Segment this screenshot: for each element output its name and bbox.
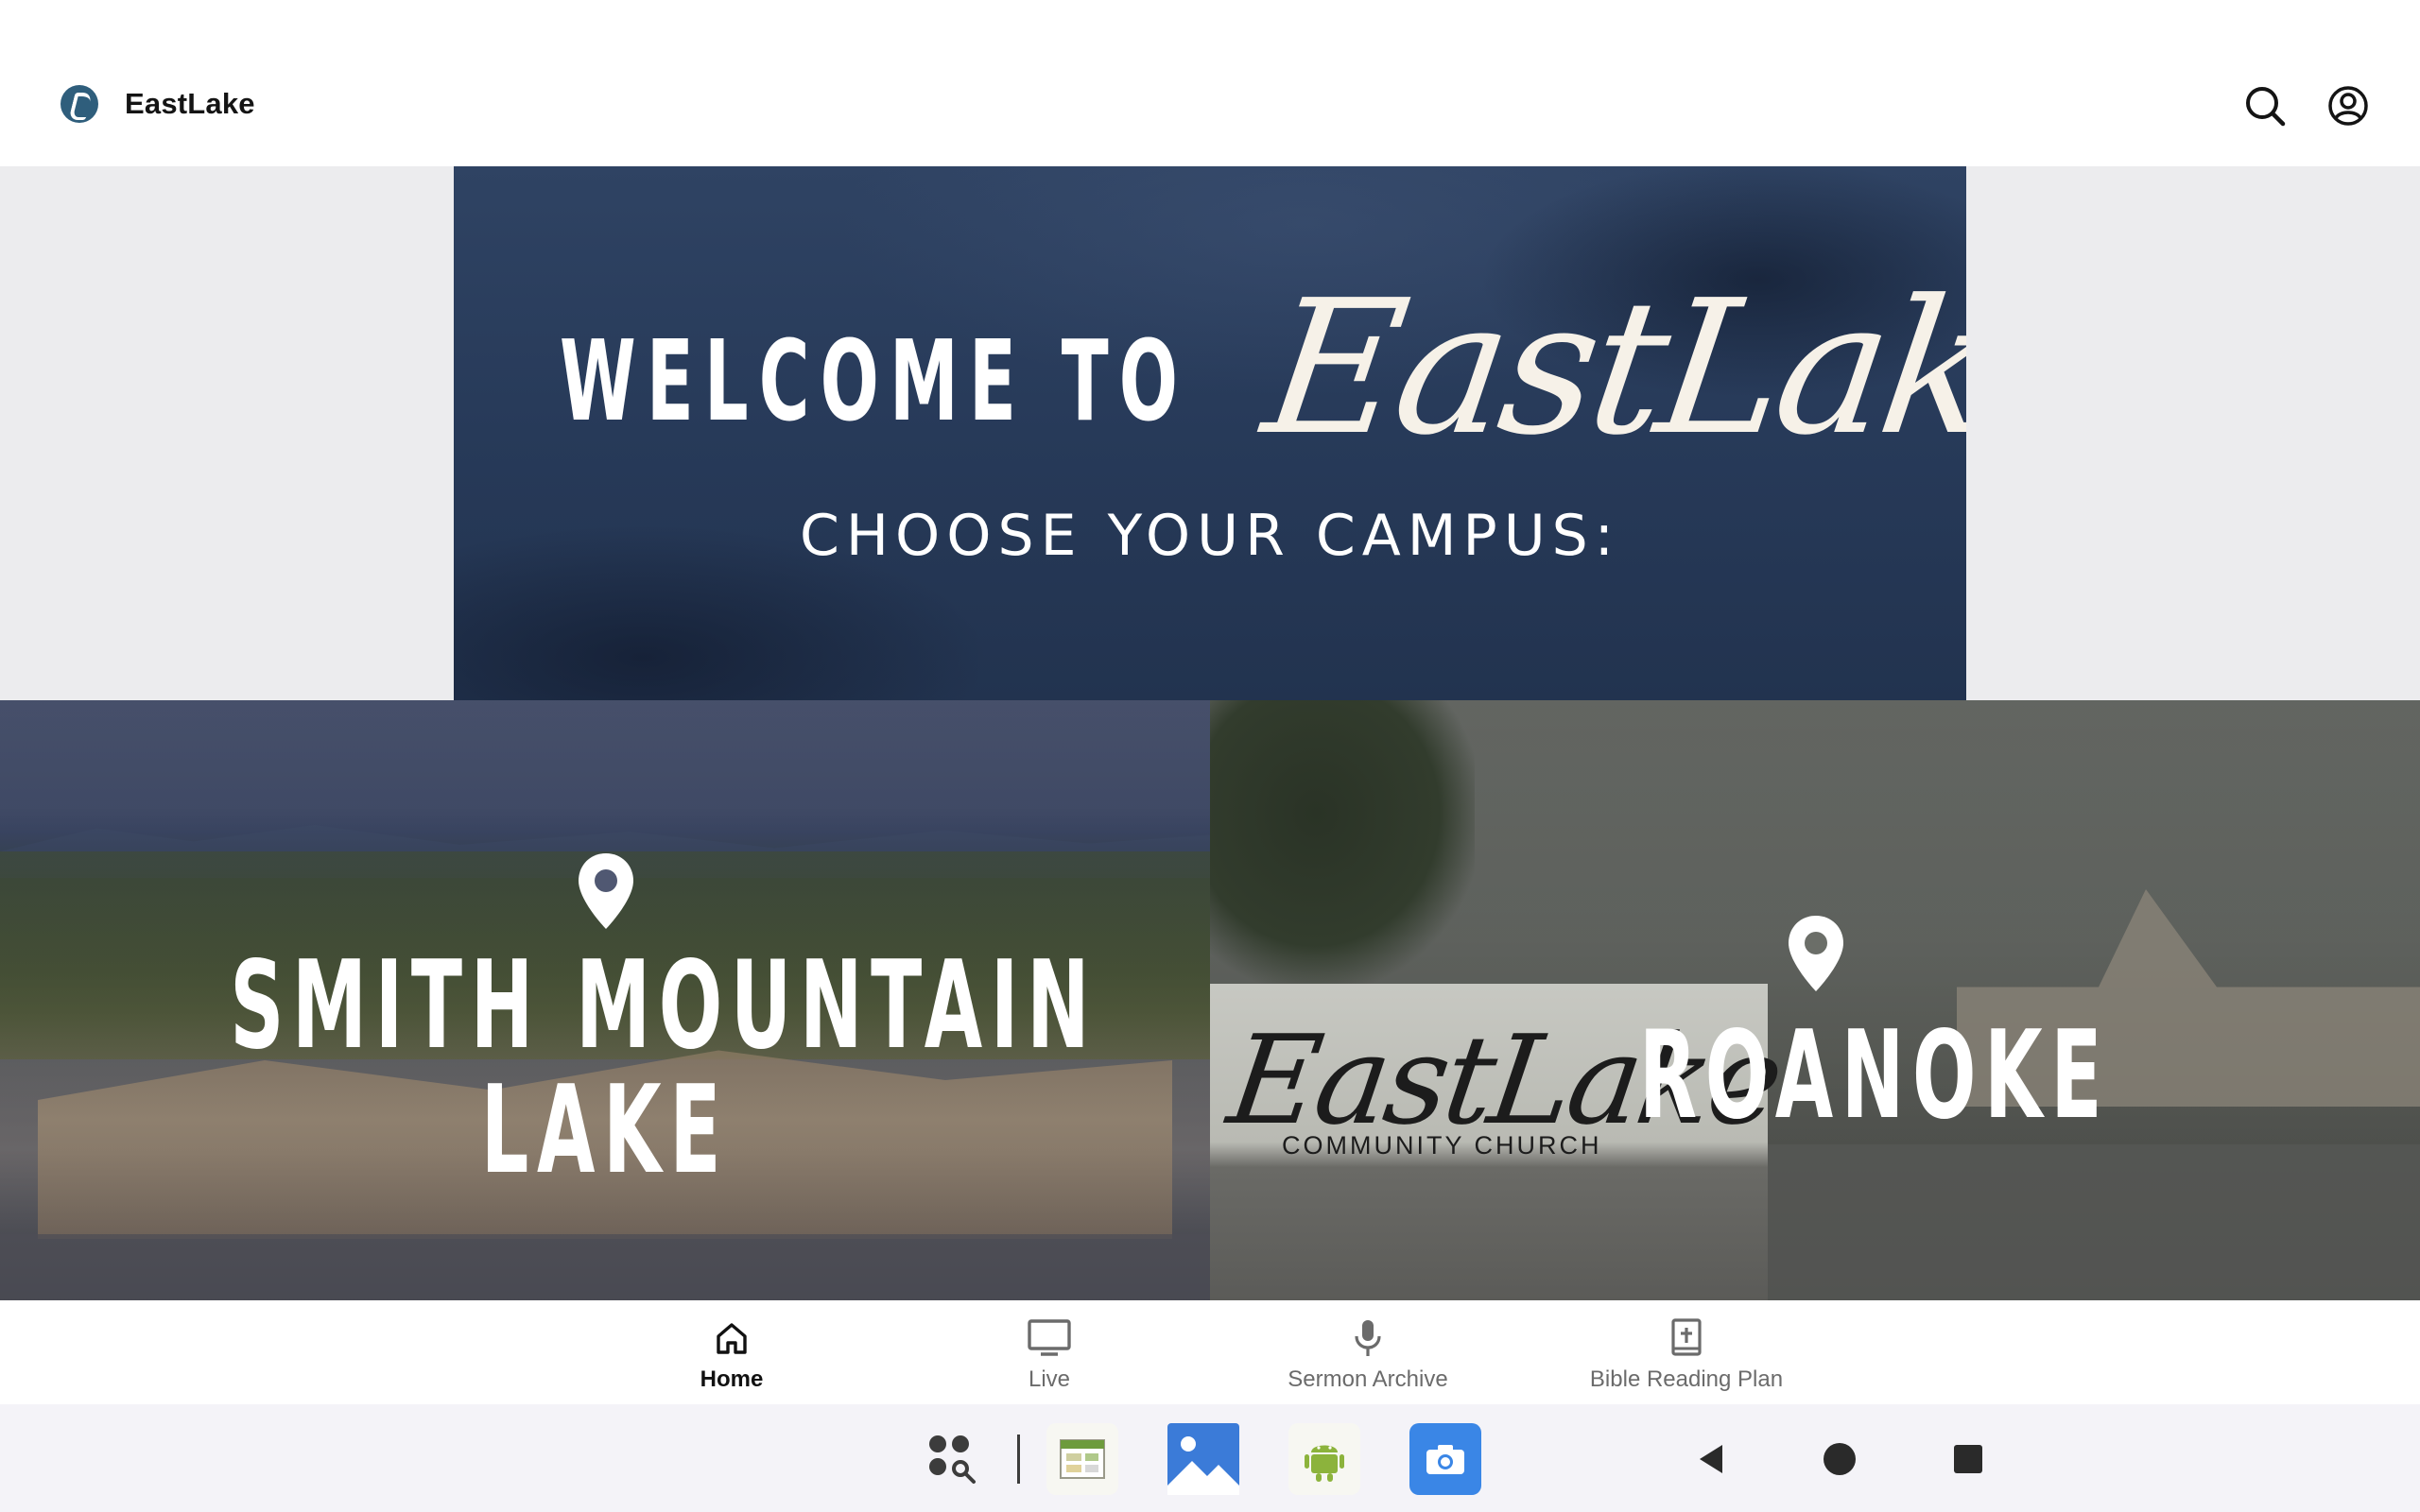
hero-script-title: EastLake [1253, 261, 1966, 476]
home-icon [709, 1315, 754, 1361]
tree-backdrop [1210, 700, 1475, 984]
campus-card-smith-mountain-lake[interactable]: SMITH MOUNTAIN LAKE [0, 700, 1210, 1300]
microphone-icon [1345, 1315, 1391, 1361]
app-title: EastLake [125, 87, 255, 120]
campus-name: ROANOKE [1639, 1005, 2111, 1146]
gallery-app-icon[interactable] [1167, 1423, 1239, 1495]
eastlake-logo-icon [60, 85, 98, 123]
top-app-bar: EastLake [0, 0, 2420, 166]
location-pin-icon [1786, 914, 1846, 993]
back-icon[interactable] [1683, 1431, 1739, 1487]
system-nav-buttons [1683, 1431, 1996, 1487]
campus-card-roanoke[interactable]: EastLake COMMUNITY CHURCH ROANOKE [1210, 700, 2420, 1300]
campus-name-line1: SMITH MOUNTAIN [230, 936, 1098, 1076]
tv-icon [1027, 1315, 1072, 1361]
nav-live[interactable]: Live [908, 1315, 1191, 1393]
nav-label: Live [1028, 1366, 1071, 1392]
location-pin-icon [576, 851, 636, 931]
bottom-navigation: Home Live Sermon Archive Bible Reading P… [0, 1300, 2420, 1404]
parking-lot-backdrop [0, 1234, 1210, 1300]
app-root: EastLake WELCOME TO EastLake CHOOSE YOUR… [0, 0, 2420, 1512]
recents-icon[interactable] [1940, 1431, 1996, 1487]
parking-lot-backdrop [1768, 1144, 2420, 1300]
nav-bible-reading-plan[interactable]: Bible Reading Plan [1545, 1315, 1828, 1393]
android-app-icon[interactable] [1288, 1423, 1360, 1495]
nav-home[interactable]: Home [590, 1315, 873, 1393]
system-navigation-bar [0, 1404, 2420, 1512]
welcome-banner[interactable]: WELCOME TO EastLake CHOOSE YOUR CAMPUS: [454, 166, 1966, 700]
camera-app-icon[interactable] [1409, 1423, 1481, 1495]
home-circle-icon[interactable] [1811, 1431, 1868, 1487]
nav-label: Sermon Archive [1288, 1366, 1448, 1392]
sign-subtitle: COMMUNITY CHURCH [1282, 1131, 1602, 1160]
campus-name-line2: LAKE [480, 1060, 730, 1201]
search-icon[interactable] [2242, 83, 2288, 129]
spreadsheet-app-icon[interactable] [1046, 1423, 1118, 1495]
app-drawer-search-icon[interactable] [917, 1423, 989, 1495]
nav-label: Home [700, 1366, 764, 1392]
nav-sermon-archive[interactable]: Sermon Archive [1226, 1315, 1510, 1393]
hero-subtitle: CHOOSE YOUR CAMPUS: [800, 503, 1620, 569]
account-circle-icon[interactable] [2325, 83, 2371, 129]
dock-divider [1017, 1435, 1020, 1484]
top-actions [2204, 83, 2371, 129]
bible-icon [1664, 1315, 1709, 1361]
taskbar-dock [917, 1423, 1481, 1495]
campus-name: SMITH MOUNTAIN LAKE [230, 936, 1098, 1201]
hero-welcome-text: WELCOME TO [560, 316, 1189, 446]
brand[interactable]: EastLake [60, 85, 255, 123]
nav-label: Bible Reading Plan [1589, 1366, 1784, 1392]
hero-band: WELCOME TO EastLake CHOOSE YOUR CAMPUS: [0, 166, 2420, 700]
